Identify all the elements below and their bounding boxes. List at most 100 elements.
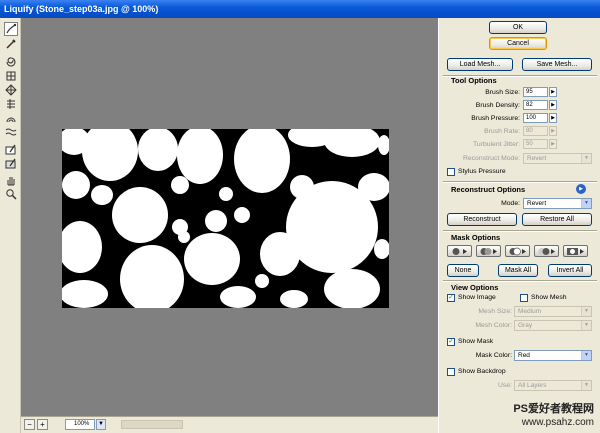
brush-rate-arrow[interactable]: ▶ (549, 126, 557, 136)
invert-all-button[interactable]: Invert All (548, 264, 592, 277)
options-panel: OK Cancel Load Mesh... Save Mesh... Tool… (438, 18, 600, 433)
freeze-mask-tool-icon[interactable] (5, 144, 17, 156)
show-backdrop-checkbox[interactable] (447, 368, 455, 376)
brush-pressure-label: Brush Pressure: (471, 115, 520, 122)
stone-image-preview[interactable] (62, 129, 389, 308)
mask-color-value: Red (518, 352, 530, 359)
stylus-pressure-checkbox[interactable] (447, 168, 455, 176)
mesh-color-value: Gray (518, 322, 533, 329)
intersect-selection-icon (538, 248, 555, 255)
brush-size-label: Brush Size: (485, 89, 520, 96)
preview-canvas[interactable] (21, 18, 438, 416)
separator (443, 280, 597, 282)
turbulent-jitter-field[interactable]: 50 (523, 139, 548, 149)
mesh-size-select[interactable]: Medium ▼ (514, 306, 592, 317)
bloat-tool-icon[interactable] (5, 84, 17, 96)
brush-density-label: Brush Density: (475, 102, 520, 109)
reconstruct-mode-value: Revert (527, 155, 547, 162)
brush-rate-field[interactable]: 80 (523, 126, 548, 136)
restore-all-button[interactable]: Restore All (522, 213, 592, 226)
chevron-down-icon: ▼ (581, 351, 591, 360)
invert-selection-button[interactable] (563, 245, 588, 257)
watermark-line-2: www.psahz.com (521, 417, 594, 428)
brush-density-arrow[interactable]: ▶ (549, 100, 557, 110)
show-backdrop-label: Show Backdrop (458, 368, 506, 375)
chevron-down-icon: ▼ (581, 381, 591, 390)
replace-selection-button[interactable] (447, 245, 472, 257)
load-mesh-button[interactable]: Load Mesh... (447, 58, 513, 71)
add-to-selection-icon (480, 248, 497, 255)
use-layers-value: All Layers (518, 382, 547, 389)
horizontal-scrollbar[interactable] (121, 420, 183, 429)
thaw-mask-tool-icon[interactable] (5, 158, 17, 170)
mode-value: Revert (527, 200, 547, 207)
mirror-tool-icon[interactable] (5, 112, 17, 124)
forward-warp-tool-icon[interactable] (4, 22, 18, 36)
chevron-down-icon: ▼ (581, 154, 591, 163)
mesh-size-label: Mesh Size: (478, 308, 512, 315)
mask-mode-buttons (447, 245, 597, 259)
mask-all-button[interactable]: Mask All (498, 264, 538, 277)
brush-size-field[interactable]: 95 (523, 87, 548, 97)
show-mesh-checkbox[interactable] (520, 294, 528, 302)
turbulence-tool-icon[interactable] (5, 126, 17, 138)
save-mesh-button[interactable]: Save Mesh... (522, 58, 592, 71)
intersect-selection-button[interactable] (534, 245, 559, 257)
brush-rate-label: Brush Rate: (484, 128, 520, 135)
zoom-tool-icon[interactable] (5, 188, 17, 200)
mask-color-select[interactable]: Red ▼ (514, 350, 592, 361)
show-image-checkbox[interactable]: ✓ (447, 294, 455, 302)
mask-none-button[interactable]: None (447, 264, 479, 277)
subtract-from-selection-icon (509, 247, 526, 256)
brush-density-field[interactable]: 82 (523, 100, 548, 110)
turbulent-jitter-arrow[interactable]: ▶ (549, 139, 557, 149)
reconstruct-mode-select[interactable]: Revert ▼ (523, 153, 592, 164)
mask-color-label: Mask Color: (475, 352, 512, 359)
push-left-tool-icon[interactable] (5, 98, 17, 110)
chevron-down-icon: ▼ (581, 321, 591, 330)
view-options-title: View Options (451, 283, 499, 292)
show-mesh-label: Show Mesh (531, 294, 567, 301)
zoom-out-button[interactable]: − (24, 419, 35, 430)
mesh-size-value: Medium (518, 308, 542, 315)
use-label: Use: (498, 382, 512, 389)
zoom-level-field[interactable]: 100% (65, 419, 95, 430)
tool-options-title: Tool Options (451, 76, 497, 85)
mesh-color-select[interactable]: Gray ▼ (514, 320, 592, 331)
reconstruct-mode-label: Reconstruct Mode: (462, 155, 520, 162)
zoom-dropdown-arrow[interactable]: ▼ (96, 419, 106, 430)
twirl-clockwise-tool-icon[interactable] (5, 56, 17, 68)
cancel-button[interactable]: Cancel (489, 37, 547, 50)
chevron-down-icon: ▼ (581, 199, 591, 208)
show-mask-checkbox[interactable]: ✓ (447, 338, 455, 346)
reconstruct-options-title: Reconstruct Options (451, 185, 526, 194)
invert-selection-icon (567, 248, 584, 255)
hand-tool-icon[interactable] (5, 174, 17, 186)
brush-pressure-field[interactable]: 100 (523, 113, 548, 123)
mode-label: Mode: (501, 200, 520, 207)
pucker-tool-icon[interactable] (5, 70, 17, 82)
mesh-color-label: Mesh Color: (475, 322, 512, 329)
watermark-line-1: PS爱好者教程网 (513, 403, 594, 415)
ok-button[interactable]: OK (489, 21, 547, 34)
reconstruct-mode-dropdown[interactable]: Revert ▼ (523, 198, 592, 209)
toolbox (0, 18, 21, 433)
separator (443, 181, 597, 183)
subtract-from-selection-button[interactable] (505, 245, 530, 257)
replace-selection-icon (452, 248, 467, 255)
window-title: Liquify (Stone_step03a.jpg @ 100%) (0, 0, 600, 18)
stylus-pressure-label: Stylus Pressure (458, 168, 506, 175)
separator (443, 230, 597, 232)
use-layers-select[interactable]: All Layers ▼ (514, 380, 592, 391)
reconstruct-button[interactable]: Reconstruct (447, 213, 517, 226)
show-mask-label: Show Mask (458, 338, 494, 345)
add-to-selection-button[interactable] (476, 245, 501, 257)
brush-size-arrow[interactable]: ▶ (549, 87, 557, 97)
reconstruct-tool-icon[interactable] (5, 38, 17, 50)
zoom-in-button[interactable]: + (37, 419, 48, 430)
show-image-label: Show Image (458, 294, 496, 301)
watermark: PS爱好者教程网 www.psahz.com (513, 403, 594, 429)
brush-pressure-arrow[interactable]: ▶ (549, 113, 557, 123)
mask-options-title: Mask Options (451, 233, 501, 242)
panel-menu-icon[interactable]: ▶ (576, 184, 586, 194)
